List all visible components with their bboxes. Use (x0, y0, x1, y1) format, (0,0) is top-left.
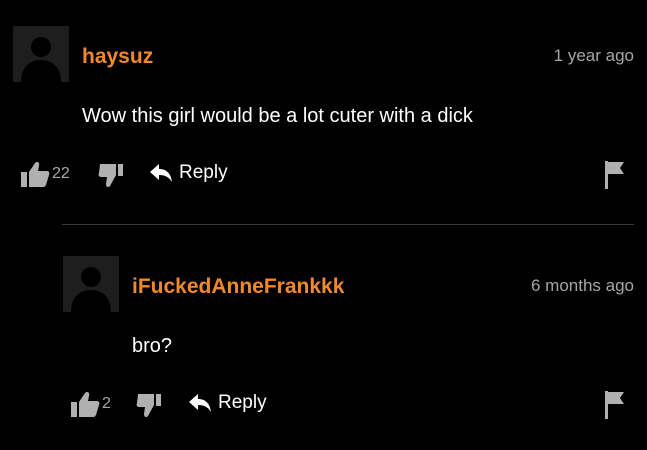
reply-arrow-icon (150, 164, 172, 182)
dislike-button[interactable] (98, 162, 124, 188)
flag-button[interactable] (604, 390, 626, 425)
comment-text: bro? (132, 335, 173, 357)
thumbs-down-icon (98, 164, 123, 188)
like-button[interactable]: 2 (70, 390, 111, 418)
dislike-button[interactable] (136, 392, 162, 418)
like-count: 22 (52, 165, 70, 182)
comment-actions: 2 Reply (70, 390, 630, 420)
flag-icon (605, 391, 624, 419)
flag-button[interactable] (604, 160, 626, 195)
avatar[interactable] (63, 256, 119, 312)
avatar-placeholder-icon (13, 26, 69, 82)
comment-timestamp: 6 months ago (530, 276, 634, 295)
comment-username[interactable]: haysuz (82, 45, 153, 69)
like-button[interactable]: 22 (20, 160, 70, 188)
comment-timestamp: 1 year ago (553, 46, 634, 65)
divider (62, 224, 634, 225)
reply-label: Reply (179, 162, 228, 183)
comment-text: Wow this girl would be a lot cuter with … (82, 105, 473, 127)
thumbs-up-icon (21, 162, 50, 187)
thumbs-down-icon (136, 394, 161, 418)
avatar-placeholder-icon (63, 256, 119, 312)
comment-actions: 22 Reply (20, 160, 630, 190)
comment-username[interactable]: iFuckedAnneFrankkk (132, 275, 344, 299)
reply-arrow-icon (189, 394, 211, 412)
reply-button[interactable]: Reply (188, 392, 267, 414)
like-count: 2 (102, 395, 111, 412)
flag-icon (605, 161, 624, 189)
avatar[interactable] (13, 26, 69, 82)
reply-label: Reply (218, 392, 267, 413)
thumbs-up-icon (71, 392, 100, 417)
reply-button[interactable]: Reply (149, 162, 228, 184)
